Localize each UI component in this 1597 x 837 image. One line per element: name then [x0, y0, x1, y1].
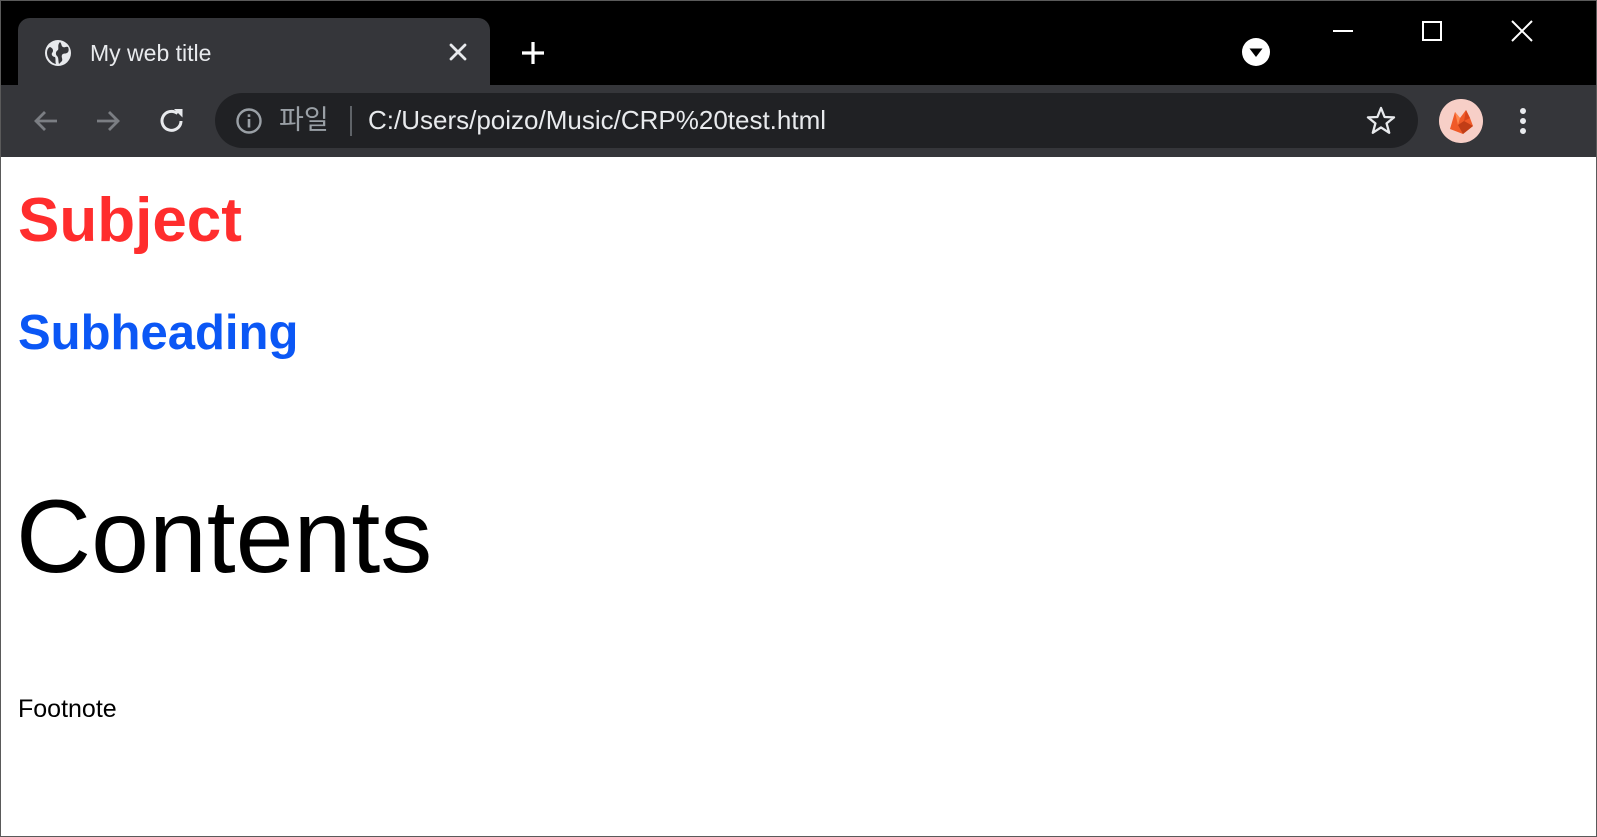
arrow-right-icon[interactable]	[91, 104, 125, 138]
avatar-fox-icon	[1439, 99, 1483, 143]
info-icon[interactable]	[235, 107, 263, 135]
star-icon[interactable]	[1365, 105, 1397, 137]
tab-title: My web title	[90, 40, 212, 66]
page-content: Subject Subheading Contents Footnote	[1, 157, 1596, 836]
profile-avatar[interactable]	[1439, 99, 1483, 143]
minimize-icon[interactable]	[1331, 19, 1355, 43]
plus-icon[interactable]	[518, 38, 548, 68]
footnote-text: Footnote	[18, 695, 117, 723]
contents-text: Contents	[16, 479, 433, 595]
scheme-chip[interactable]: 파일	[279, 102, 329, 138]
close-icon[interactable]	[446, 40, 470, 64]
tab-strip: My web title	[1, 1, 1596, 85]
close-icon[interactable]	[1509, 18, 1535, 44]
subject-heading: Subject	[18, 186, 242, 255]
address-bar[interactable]: 파일 C:/Users/poizo/Music/CRP%20test.html	[215, 93, 1418, 148]
chevron-down-circle-icon[interactable]	[1241, 37, 1271, 67]
browser-toolbar: 파일 C:/Users/poizo/Music/CRP%20test.html	[1, 85, 1596, 157]
omnibox-divider	[350, 106, 352, 136]
url-text[interactable]: C:/Users/poizo/Music/CRP%20test.html	[368, 102, 826, 138]
browser-window: My web title 파일 C:/Users/poizo/Music/CRP…	[1, 1, 1596, 836]
more-vert-icon[interactable]	[1511, 103, 1535, 139]
subheading: Subheading	[18, 306, 299, 360]
reload-icon[interactable]	[155, 104, 189, 138]
globe-icon	[45, 40, 71, 66]
maximize-icon[interactable]	[1420, 19, 1444, 43]
arrow-left-icon[interactable]	[29, 104, 63, 138]
active-tab[interactable]: My web title	[18, 18, 490, 85]
